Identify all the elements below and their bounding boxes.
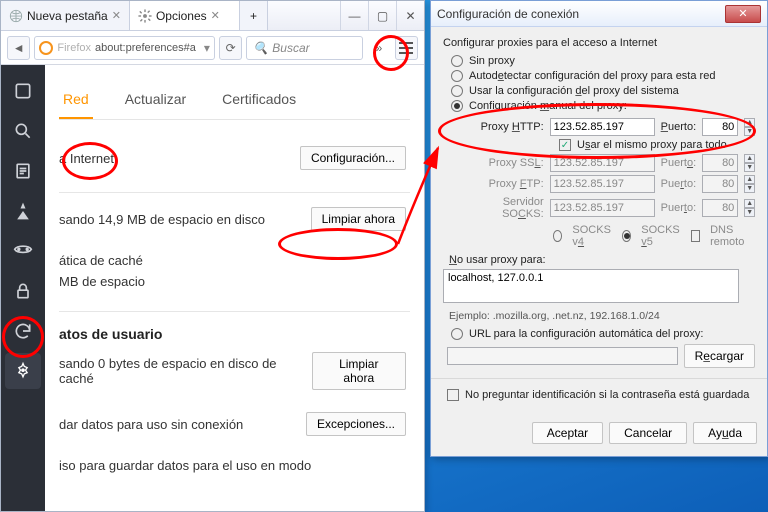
socks-host-input [550,199,655,217]
titlebar: Nueva pestaña ✕ Opciones ✕ + — ▢ ✕ [1,1,424,31]
tab-network[interactable]: Red [59,85,93,119]
exceptions-button[interactable]: Excepciones... [306,412,406,436]
radio-system-proxy[interactable]: Usar la configuración del proxy del sist… [451,85,755,97]
same-proxy-row: Usar el mismo proxy para todo [559,139,755,151]
sidebar-privacy[interactable] [5,233,41,269]
no-prompt-row[interactable]: No preguntar identificación si la contra… [447,389,755,401]
userdata-heading: atos de usuario [59,326,410,342]
dialog-titlebar: Configuración de conexión ✕ [431,1,767,27]
sidebar-search[interactable] [5,113,41,149]
cache-usage-label: sando 14,9 MB de espacio en disco [59,212,265,227]
overflow-button[interactable]: » [367,36,390,60]
advanced-tabs: Red Actualizar Certificados [59,85,410,120]
window-controls: — ▢ ✕ [340,1,424,30]
reload-pac-button[interactable]: Recargar [684,344,755,368]
port-spinner[interactable]: ▲▼ [744,118,755,136]
http-label: Proxy HTTP: [467,121,544,133]
prefs-sidebar [1,65,45,511]
ok-button[interactable]: Aceptar [532,422,603,444]
radio-auto-detect[interactable]: Autodetectar configuración del proxy par… [451,70,755,82]
connection-label: a Internet [59,151,114,166]
same-proxy-checkbox[interactable] [559,139,571,151]
new-tab-button[interactable]: + [240,1,268,30]
pac-url-input [447,347,678,365]
reload-button[interactable]: ⟳ [219,36,242,60]
toolbar: ◄ Firefox about:preferences#a ▾ ⟳ 🔍 Busc… [1,31,424,65]
appcache-usage-label: sando 0 bytes de espacio en disco de cac… [59,356,312,386]
dialog-title: Configuración de conexión [437,7,579,21]
offline-perm-label: iso para guardar datos para el uso en mo… [59,458,311,473]
cancel-button[interactable]: Cancelar [609,422,687,444]
ftp-host-input [550,175,655,193]
sidebar-general[interactable] [5,73,41,109]
menu-button[interactable] [395,36,418,60]
ftp-port-input [702,175,738,193]
radio-manual-proxy[interactable]: Configuración manual del proxy: [451,100,755,112]
back-button[interactable]: ◄ [7,36,30,60]
close-icon[interactable]: ✕ [211,9,220,22]
search-bar[interactable]: 🔍 Buscar [246,36,363,60]
dns-remote-checkbox[interactable] [691,230,700,242]
search-placeholder: Buscar [272,41,309,55]
no-prompt-checkbox[interactable] [447,389,459,401]
connection-settings-button[interactable]: Configuración... [300,146,406,170]
url-host: Firefox [57,42,91,54]
dropdown-icon[interactable]: ▾ [204,41,210,55]
clear-cache-button[interactable]: Limpiar ahora [311,207,406,231]
close-button[interactable]: ✕ [725,5,761,23]
prefs-content: Red Actualizar Certificados a Internet C… [45,65,424,511]
gear-icon [138,9,152,23]
ftp-proxy-row: Proxy FTP: Puerto: ▲▼ [467,175,755,193]
noproxy-label: No usar proxy para: [449,254,755,266]
http-proxy-row: Proxy HTTP: Puerto: ▲▼ [467,118,755,136]
tab-label: Opciones [156,9,207,23]
close-icon[interactable]: ✕ [112,9,121,22]
http-host-input[interactable] [550,118,655,136]
sidebar-advanced[interactable] [5,353,41,389]
socks-version-row: SOCKS v4 SOCKS v5 DNS remoto [553,224,755,248]
sidebar-sync[interactable] [5,313,41,349]
socks-proxy-row: Servidor SOCKS: Puerto: ▲▼ [467,196,755,220]
socks4-radio [553,230,562,242]
sidebar-applications[interactable] [5,193,41,229]
tab-certificates[interactable]: Certificados [218,85,300,119]
minimize-button[interactable]: — [340,1,368,30]
http-port-input[interactable] [702,118,738,136]
radio-auto-url[interactable]: URL para la configuración automática del… [451,328,755,340]
url-bar[interactable]: Firefox about:preferences#a ▾ [34,36,215,60]
socks-port-input [702,199,738,217]
cache-size-label: MB de espacio [59,274,145,289]
firefox-window: Nueva pestaña ✕ Opciones ✕ + — ▢ ✕ ◄ Fir… [0,0,425,512]
tab-new[interactable]: Nueva pestaña ✕ [1,1,130,30]
identity-icon [39,41,53,55]
connection-dialog: Configuración de conexión ✕ Configurar p… [430,0,768,457]
url-path: about:preferences#a [95,42,196,54]
clear-appcache-button[interactable]: Limpiar ahora [312,352,406,390]
sidebar-content[interactable] [5,153,41,189]
radio-no-proxy[interactable]: Sin proxy [451,55,755,67]
ssl-host-input [550,154,655,172]
offline-data-label: dar datos para uso sin conexión [59,417,243,432]
cache-auto-label: ática de caché [59,253,143,268]
tab-label: Nueva pestaña [27,9,108,23]
maximize-button[interactable]: ▢ [368,1,396,30]
dialog-footer: Aceptar Cancelar Ayuda [431,414,767,456]
search-icon: 🔍 [253,41,268,55]
socks5-radio [622,230,631,242]
noproxy-textarea[interactable]: localhost, 127.0.0.1 [443,269,739,303]
tab-update[interactable]: Actualizar [121,85,190,119]
hamburger-icon [399,42,413,54]
sidebar-security[interactable] [5,273,41,309]
help-button[interactable]: Ayuda [693,422,757,444]
port-label: Puerto: [661,121,697,133]
browser-tabs: Nueva pestaña ✕ Opciones ✕ + [1,1,340,30]
globe-icon [9,9,23,23]
close-button[interactable]: ✕ [396,1,424,30]
ssl-port-input [702,154,738,172]
noproxy-example: Ejemplo: .mozilla.org, .net.nz, 192.168.… [449,310,755,322]
dialog-heading: Configurar proxies para el acceso a Inte… [443,37,755,49]
tab-options[interactable]: Opciones ✕ [130,1,240,30]
ssl-proxy-row: Proxy SSL: Puerto: ▲▼ [467,154,755,172]
